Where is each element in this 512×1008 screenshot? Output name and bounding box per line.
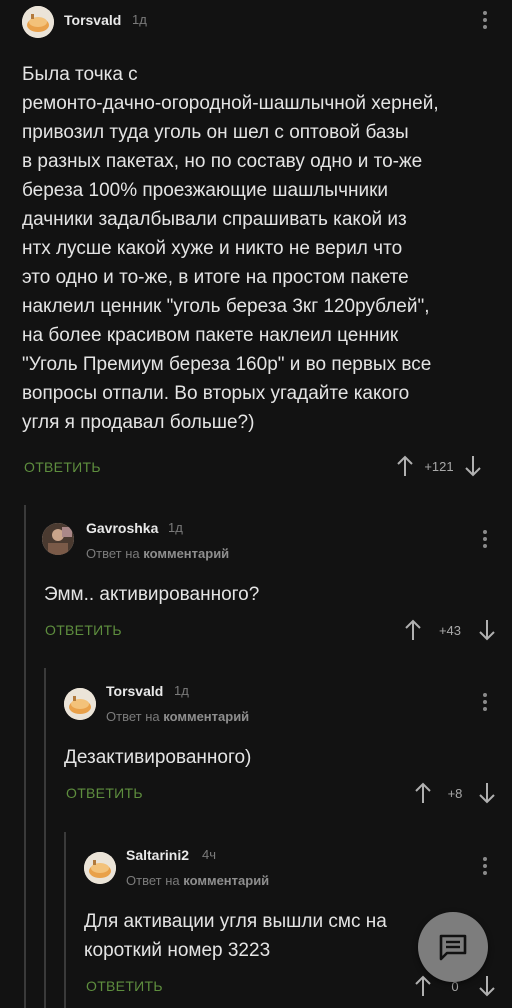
comment-fab-button[interactable] bbox=[418, 912, 488, 982]
comment-text: Была точка с ремонто-дачно-огородной-шаш… bbox=[22, 64, 439, 433]
arrow-down-icon[interactable] bbox=[464, 455, 482, 477]
comment-icon bbox=[439, 934, 467, 961]
arrow-up-icon[interactable] bbox=[396, 455, 414, 477]
comment-time: 1д bbox=[132, 12, 147, 27]
reply-button[interactable]: ОТВЕТИТЬ bbox=[66, 785, 143, 801]
user-photo-icon bbox=[42, 523, 74, 555]
comment-time: 1д bbox=[174, 683, 189, 698]
vote-controls: +43 bbox=[404, 619, 496, 641]
more-vertical-icon[interactable] bbox=[482, 11, 488, 32]
comment-text: Эмм.. активированного? bbox=[44, 584, 260, 605]
author-name[interactable]: Torsvald bbox=[106, 683, 163, 699]
parent-comment-link[interactable]: комментарий bbox=[163, 709, 249, 724]
arrow-down-icon[interactable] bbox=[478, 619, 496, 641]
reply-to-info: Ответ на комментарий bbox=[126, 873, 270, 888]
more-vertical-icon[interactable] bbox=[482, 857, 488, 878]
avatar[interactable] bbox=[64, 688, 96, 720]
arrow-up-icon[interactable] bbox=[414, 975, 432, 997]
comment-time: 4ч bbox=[202, 847, 217, 862]
bread-icon bbox=[64, 688, 96, 720]
parent-comment-link[interactable]: комментарий bbox=[183, 873, 269, 888]
reply-to-info: Ответ на комментарий bbox=[86, 546, 230, 561]
reply-button[interactable]: ОТВЕТИТЬ bbox=[45, 622, 122, 638]
thread-line-level-1 bbox=[24, 505, 26, 1008]
parent-comment-link[interactable]: комментарий bbox=[143, 546, 229, 561]
more-vertical-icon[interactable] bbox=[482, 530, 488, 551]
thread-line-level-2 bbox=[44, 668, 46, 1008]
reply-to-info: Ответ на комментарий bbox=[106, 709, 250, 724]
vote-controls: +121 bbox=[396, 455, 482, 477]
avatar[interactable] bbox=[22, 6, 54, 38]
author-name[interactable]: Torsvald bbox=[64, 12, 121, 28]
arrow-down-icon[interactable] bbox=[478, 975, 496, 997]
bread-icon bbox=[22, 6, 54, 38]
vote-controls: +8 bbox=[414, 782, 496, 804]
rating-value: +8 bbox=[447, 785, 463, 801]
rating-value: +43 bbox=[438, 622, 462, 638]
avatar[interactable] bbox=[42, 523, 74, 555]
reply-button[interactable]: ОТВЕТИТЬ bbox=[86, 978, 163, 994]
arrow-up-icon[interactable] bbox=[404, 619, 422, 641]
arrow-down-icon[interactable] bbox=[478, 782, 496, 804]
more-vertical-icon[interactable] bbox=[482, 693, 488, 714]
author-name[interactable]: Saltarini2 bbox=[126, 847, 189, 863]
author-name[interactable]: Gavroshka bbox=[86, 520, 158, 536]
reply-button[interactable]: ОТВЕТИТЬ bbox=[24, 459, 101, 475]
comment-text: Дезактивированного) bbox=[64, 747, 252, 768]
arrow-up-icon[interactable] bbox=[414, 782, 432, 804]
thread-line-level-3 bbox=[64, 832, 66, 1008]
bread-icon bbox=[84, 852, 116, 884]
avatar[interactable] bbox=[84, 852, 116, 884]
rating-value: +121 bbox=[424, 458, 454, 474]
comment-time: 1д bbox=[168, 520, 183, 535]
